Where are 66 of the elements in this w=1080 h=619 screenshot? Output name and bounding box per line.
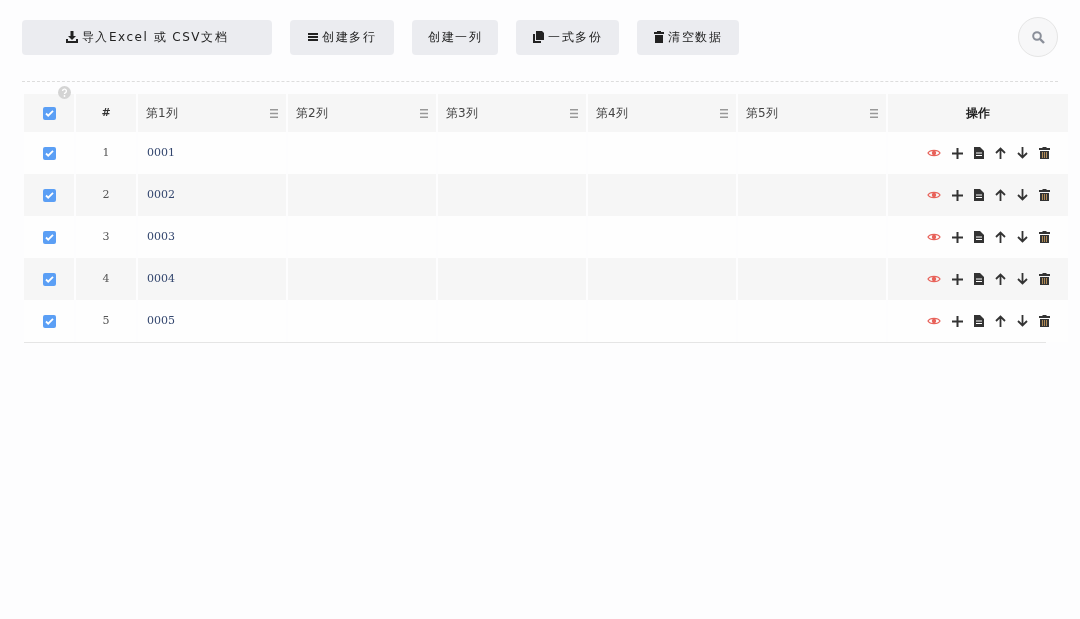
column-menu-icon[interactable] — [270, 108, 278, 118]
row-number: 4 — [102, 270, 110, 287]
column-header: 操作 — [966, 105, 990, 122]
trash-icon — [654, 31, 664, 43]
table-cell: 0004 — [138, 258, 286, 300]
column-header: 第2列 — [296, 105, 328, 122]
checkbox[interactable] — [42, 146, 56, 160]
search-button[interactable] — [1018, 17, 1058, 57]
trash-icon[interactable] — [1038, 189, 1050, 201]
checkbox[interactable] — [42, 314, 56, 328]
row-number: 5 — [102, 312, 110, 329]
arrow-up-icon[interactable] — [994, 273, 1006, 285]
eye-icon[interactable] — [926, 274, 941, 284]
column-header: 第4列 — [596, 105, 628, 122]
column-menu-icon[interactable] — [420, 108, 428, 118]
trash-icon[interactable] — [1038, 315, 1050, 327]
toolbar-button[interactable]: 创建一列 — [412, 19, 498, 55]
document-icon[interactable] — [973, 231, 984, 243]
table-cell: 0002 — [138, 174, 286, 216]
row-number: 3 — [102, 228, 110, 245]
trash-icon[interactable] — [1038, 147, 1050, 159]
toolbar-button[interactable]: 创建多行 — [290, 19, 394, 55]
search-icon — [1031, 30, 1045, 44]
checkbox[interactable] — [42, 106, 56, 120]
plus-icon[interactable] — [951, 315, 963, 327]
document-icon[interactable] — [973, 315, 984, 327]
row-number: 1 — [102, 144, 110, 161]
eye-icon[interactable] — [926, 316, 941, 326]
plus-icon[interactable] — [951, 273, 963, 285]
arrow-down-icon[interactable] — [1016, 231, 1028, 243]
toolbar-button[interactable]: 导入Excel 或 CSV文档 — [22, 19, 272, 55]
checkbox[interactable] — [42, 272, 56, 286]
column-header: # — [101, 104, 111, 121]
column-header: 第3列 — [446, 105, 478, 122]
copy-icon — [533, 31, 544, 43]
arrow-up-icon[interactable] — [994, 231, 1006, 243]
arrow-up-icon[interactable] — [994, 147, 1006, 159]
column-menu-icon[interactable] — [570, 108, 578, 118]
arrow-up-icon[interactable] — [994, 189, 1006, 201]
eye-icon[interactable] — [926, 232, 941, 242]
toolbar-button[interactable]: 清空数据 — [637, 19, 739, 55]
document-icon[interactable] — [973, 273, 984, 285]
checkbox[interactable] — [42, 230, 56, 244]
document-icon[interactable] — [973, 189, 984, 201]
plus-icon[interactable] — [951, 189, 963, 201]
column-menu-icon[interactable] — [720, 108, 728, 118]
trash-icon[interactable] — [1038, 231, 1050, 243]
document-icon[interactable] — [973, 147, 984, 159]
plus-icon[interactable] — [951, 147, 963, 159]
plus-icon[interactable] — [951, 231, 963, 243]
trash-icon[interactable] — [1038, 273, 1050, 285]
row-number: 2 — [102, 186, 110, 203]
eye-icon[interactable] — [926, 190, 941, 200]
arrow-down-icon[interactable] — [1016, 315, 1028, 327]
toolbar-button[interactable]: 一式多份 — [516, 19, 619, 55]
arrow-up-icon[interactable] — [994, 315, 1006, 327]
eye-icon[interactable] — [926, 148, 941, 158]
column-menu-icon[interactable] — [870, 108, 878, 118]
arrow-down-icon[interactable] — [1016, 189, 1028, 201]
checkbox[interactable] — [42, 188, 56, 202]
download-icon — [65, 31, 78, 43]
arrow-down-icon[interactable] — [1016, 147, 1028, 159]
arrow-down-icon[interactable] — [1016, 273, 1028, 285]
column-header: 第1列 — [146, 105, 178, 122]
menu-icon — [308, 32, 318, 42]
column-header: 第5列 — [746, 105, 778, 122]
